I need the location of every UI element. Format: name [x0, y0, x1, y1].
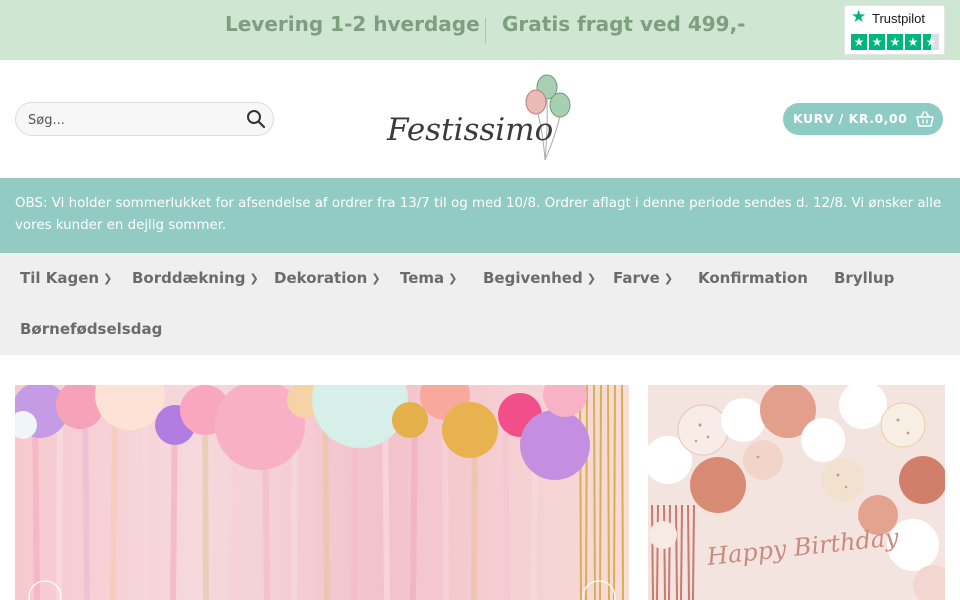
nav-item-label: Til Kagen [20, 269, 100, 287]
nav-item-label: Bryllup [834, 269, 895, 287]
nav-item-farve[interactable]: Farve ❯ [613, 269, 673, 287]
nav-item-label: Farve [613, 269, 660, 287]
summer-notice: OBS: Vi holder sommerlukket for afsendel… [0, 178, 960, 253]
nav-item-label: Dekoration [274, 269, 368, 287]
chevron-down-icon: ❯ [371, 272, 381, 285]
nav-item-tema[interactable]: Tema ❯ [400, 269, 457, 287]
logo-text: Festissimo [387, 112, 554, 148]
nav-item-label: Tema [400, 269, 445, 287]
delivery-message: Levering 1-2 hverdage [225, 12, 480, 36]
chevron-down-icon: ❯ [448, 272, 458, 285]
hero-banner-left[interactable] [15, 385, 629, 600]
hero-banner-right[interactable]: Happy Birthday [648, 385, 945, 600]
nav-item-konfirmation[interactable]: Konfirmation [698, 269, 808, 287]
top-bar: Levering 1-2 hverdage Gratis fragt ved 4… [0, 0, 960, 60]
chevron-down-icon: ❯ [249, 272, 259, 285]
balloon-garland-image [15, 385, 629, 600]
site-logo[interactable]: Festissimo [385, 72, 580, 172]
nav-item-label: Konfirmation [698, 269, 808, 287]
chevron-down-icon: ❯ [103, 272, 113, 285]
nav-item-label: Begivenhed [483, 269, 583, 287]
rating-star-icon: ★ [887, 34, 903, 50]
trustpilot-widget[interactable]: ★ Trustpilot ★ ★ ★ ★ ★ [844, 5, 945, 55]
main-navigation: Til Kagen ❯ Borddækning ❯ Dekoration ❯ Tema… [0, 253, 960, 355]
chevron-down-icon: ❯ [663, 272, 674, 285]
nav-item-boernefoedselsdag[interactable]: Børnefødselsdag [20, 320, 162, 338]
nav-item-label: Borddækning [132, 269, 246, 287]
shipping-message: Gratis fragt ved 499,- [502, 12, 746, 36]
rating-star-icon: ★ [851, 34, 867, 50]
nav-item-bryllup[interactable]: Bryllup [834, 269, 894, 287]
top-bar-divider [485, 18, 486, 43]
search-box [15, 102, 274, 136]
basket-icon [916, 111, 934, 127]
cart-button[interactable]: KURV / KR.0,00 [783, 103, 943, 135]
trustpilot-label: Trustpilot [872, 11, 925, 26]
rating-half-star-icon: ★ [923, 34, 939, 50]
rating-star-icon: ★ [869, 34, 885, 50]
nav-item-label: Børnefødselsdag [20, 320, 163, 338]
nav-item-begivenhed[interactable]: Begivenhed ❯ [483, 269, 596, 287]
rating-star-icon: ★ [905, 34, 921, 50]
nav-item-dekoration[interactable]: Dekoration ❯ [274, 269, 381, 287]
nav-item-borddaekning[interactable]: Borddækning ❯ [132, 269, 259, 287]
cart-label: KURV / KR.0,00 [793, 111, 908, 126]
search-input[interactable] [28, 110, 238, 130]
chevron-down-icon: ❯ [586, 272, 596, 285]
search-icon[interactable] [246, 109, 266, 129]
trustpilot-rating: ★ ★ ★ ★ ★ [851, 34, 939, 50]
site-header: Festissimo KURV / KR.0,00 [0, 60, 960, 178]
birthday-balloons-image: Happy Birthday [648, 385, 945, 600]
nav-item-til-kagen[interactable]: Til Kagen ❯ [20, 269, 112, 287]
